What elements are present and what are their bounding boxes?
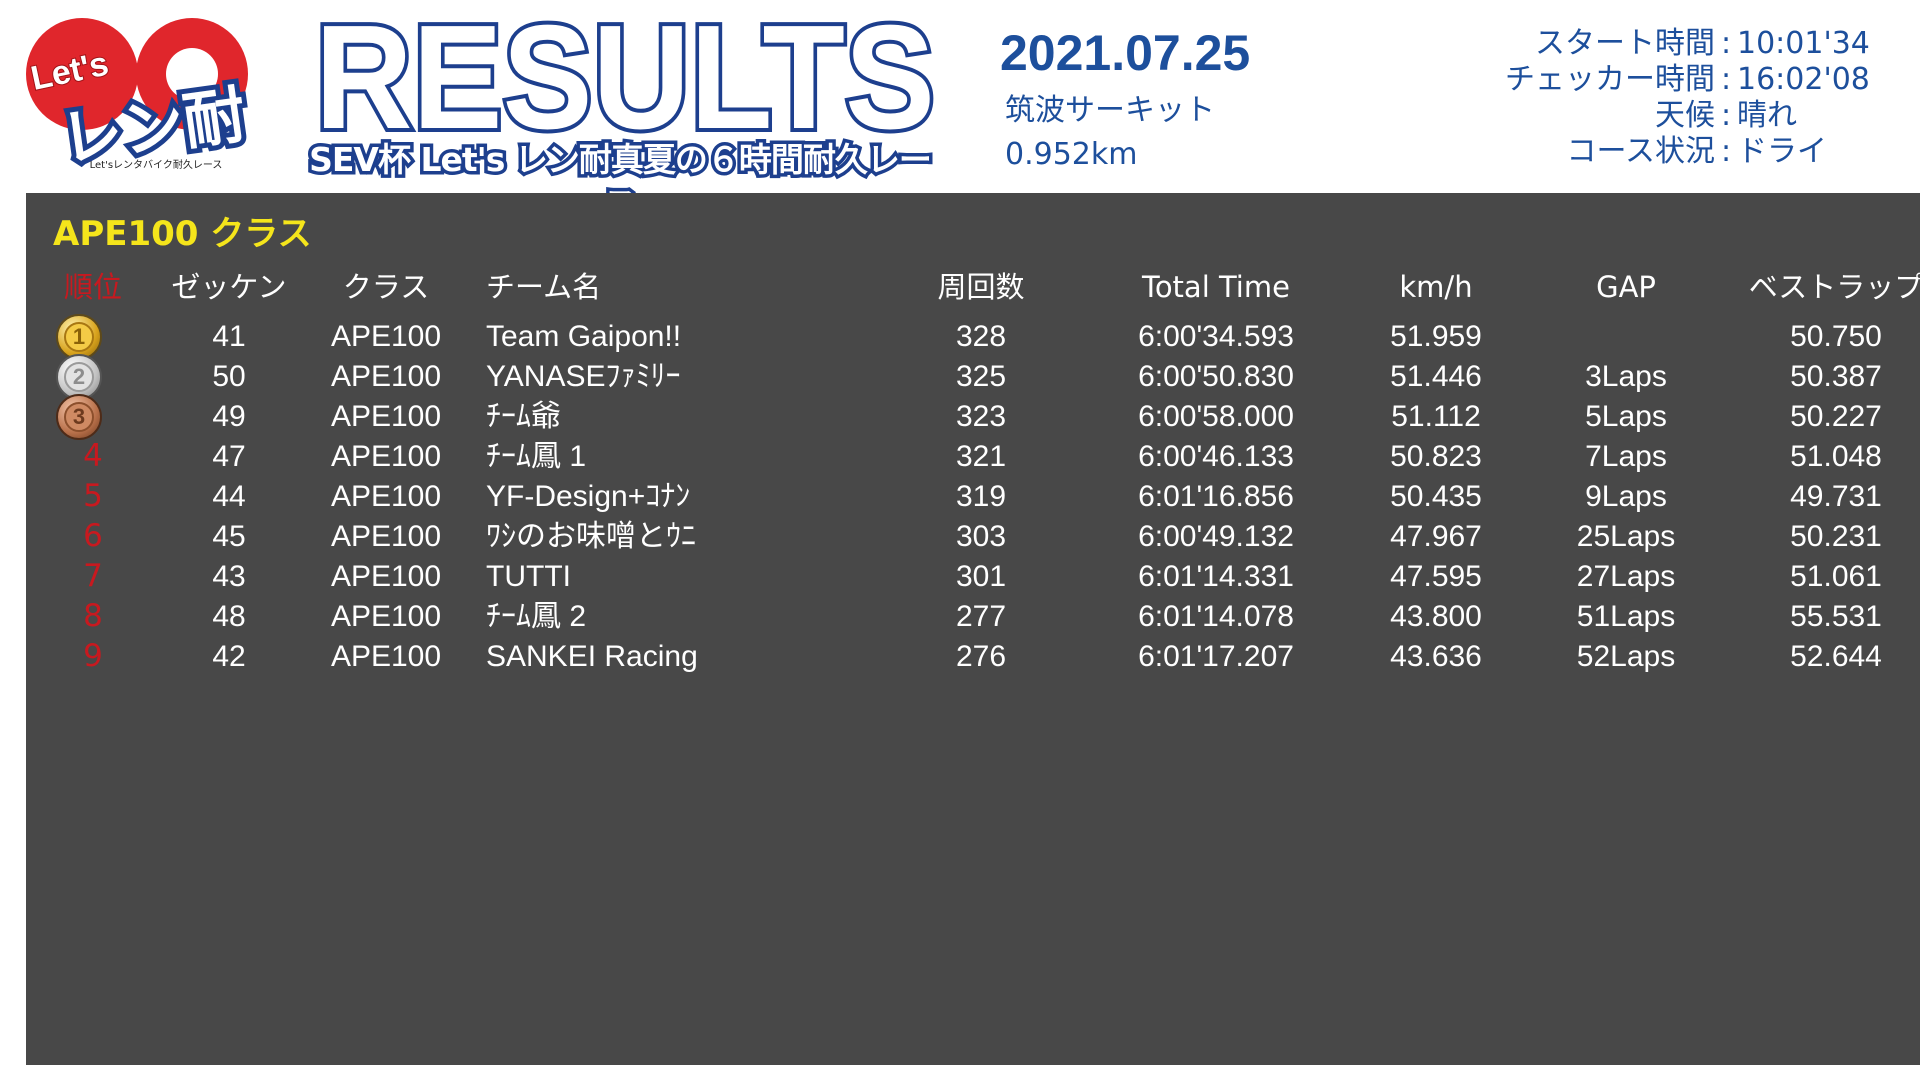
- race-date: 2021.07.25: [1000, 25, 1251, 81]
- info-separator: :: [1720, 62, 1732, 97]
- svg-text:Let'sレンタバイク耐久レース: Let'sレンタバイク耐久レース: [90, 158, 223, 171]
- header-speed: km/h: [1399, 270, 1473, 304]
- header-best-lap: ベストラップ: [1748, 270, 1920, 304]
- medal-position: 1: [64, 322, 94, 352]
- position-cell: 9: [83, 638, 103, 674]
- laps-cell: 276: [955, 640, 1007, 673]
- header-total-time: Total Time: [1142, 270, 1290, 304]
- results-panel: APE100 クラス 順位 ゼッケン クラス チーム名 周回数 Total Ti…: [26, 193, 1920, 1065]
- svg-text:RESULTS: RESULTS: [315, 6, 935, 136]
- info-value: 晴れ: [1737, 98, 1797, 133]
- class-cell: APE100: [330, 640, 442, 673]
- race-info: スタート時間 : 10:01'34 チェッカー時間 : 16:02'08 天候 …: [1500, 26, 1900, 170]
- class-title: APE100 クラス: [53, 214, 312, 254]
- results-title: RESULTS: [300, 0, 950, 164]
- info-separator: :: [1720, 98, 1732, 133]
- header-team: チーム名: [486, 270, 602, 304]
- header-class: クラス: [342, 270, 430, 304]
- info-label: 天候: [1655, 98, 1715, 133]
- header-gap: GAP: [1596, 270, 1656, 304]
- event-subtitle: SEV杯 Let's レン耐真夏の６時間耐久レース: [306, 137, 936, 227]
- info-separator: :: [1720, 26, 1732, 61]
- info-value: ドライ: [1737, 134, 1827, 169]
- venue-name: 筑波サーキット: [1005, 93, 1215, 128]
- course-condition-row: コース状況 : ドライ: [1500, 134, 1900, 170]
- weather-row: 天候 : 晴れ: [1500, 98, 1900, 134]
- info-separator: :: [1720, 134, 1732, 169]
- bib-number: 42: [212, 640, 246, 673]
- speed-cell: 43.636: [1390, 640, 1482, 673]
- total-time: 6:01'17.207: [1138, 640, 1294, 673]
- best-lap: 52.644: [1790, 640, 1882, 673]
- info-value: 16:02'08: [1737, 62, 1870, 97]
- start-time-row: スタート時間 : 10:01'34: [1500, 26, 1900, 62]
- header-position: 順位: [63, 270, 122, 304]
- info-value: 10:01'34: [1737, 26, 1870, 61]
- gap-cell: 52Laps: [1576, 640, 1676, 673]
- medal-position: 3: [64, 402, 94, 432]
- medal-position: 2: [64, 362, 94, 392]
- info-label: コース状況: [1566, 134, 1716, 169]
- course-length: 0.952km: [1005, 137, 1138, 172]
- header-number: ゼッケン: [171, 270, 287, 304]
- team-name: SANKEI Racing: [486, 640, 698, 673]
- info-label: チェッカー時間: [1505, 62, 1715, 97]
- checker-time-row: チェッカー時間 : 16:02'08: [1500, 62, 1900, 98]
- results-table-header: 順位 ゼッケン クラス チーム名 周回数 Total Time km/h GAP…: [26, 263, 1920, 312]
- lets-rentai-logo: Let's レン耐 Let'sレンタバイク耐久レース: [24, 16, 274, 181]
- info-label: スタート時間: [1535, 26, 1715, 61]
- header-laps: 周回数: [937, 270, 1025, 304]
- table-row: 9 42 APE100 SANKEI Racing 276 6:01'17.207 43.6…: [26, 632, 1920, 681]
